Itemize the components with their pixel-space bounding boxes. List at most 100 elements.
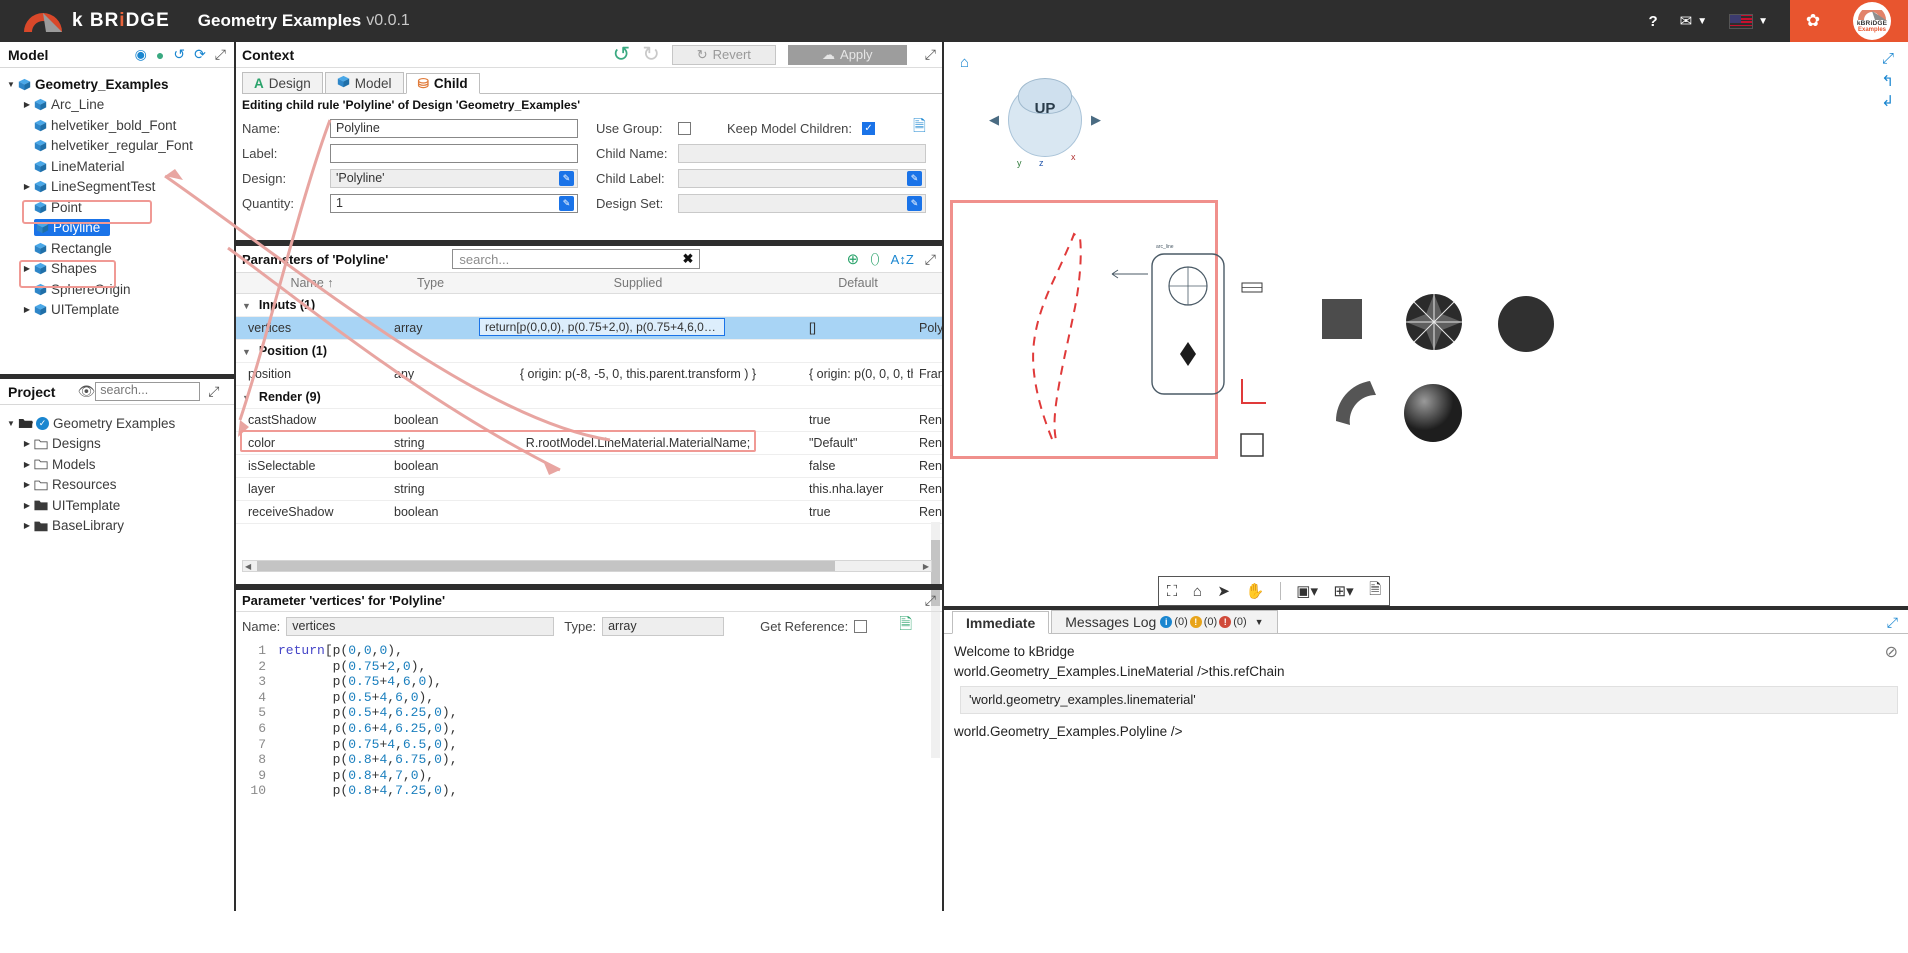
parameter-supplied-value[interactable]: return[p(0,0,0), p(0.75+2,0), p(0.75+4,6…	[479, 317, 725, 336]
get-reference-checkbox[interactable]	[854, 619, 868, 633]
editor-name-input[interactable]: vertices	[286, 616, 555, 636]
tab-child[interactable]: ⛁ Child	[405, 73, 480, 94]
parameters-table-body[interactable]: ▼ Inputs (1) vertices array return[p(0,0,0),…	[236, 293, 973, 524]
design-input[interactable]: 'Polyline'	[330, 168, 578, 188]
project-tree-item[interactable]: ▶ BaseLibrary	[4, 516, 234, 537]
model-tree-item[interactable]: helvetiker_regular_Font	[4, 136, 234, 157]
model-tree-item[interactable]: helvetiker_bold_Font	[4, 115, 234, 136]
parameters-search-input[interactable]: search... ✖	[452, 249, 701, 269]
viewport-toolbar[interactable]: ⛶ ⌂ ➤ ✋ ▣▾ ⊞▾ 🗎	[1158, 576, 1390, 606]
label-input[interactable]	[330, 143, 578, 163]
tree-toggle-icon[interactable]: ▶	[20, 480, 34, 489]
model-tree-item[interactable]: SphereOrigin	[4, 279, 234, 300]
chevron-down-icon[interactable]: ▼	[242, 393, 251, 403]
tab-design[interactable]: A Design	[242, 72, 323, 93]
home-icon[interactable]: ⌂	[1193, 583, 1202, 600]
home-icon[interactable]: ⌂	[960, 54, 969, 71]
record-icon[interactable]: ●	[156, 47, 164, 63]
project-tree[interactable]: ▼ ✓ Geometry Examples ▶ Designs ▶ Models ▶ Resou…	[0, 405, 234, 536]
project-tree-item[interactable]: ▼ ✓ Geometry Examples	[4, 413, 234, 434]
parameters-column-header[interactable]: Type	[388, 272, 473, 294]
parameters-column-header[interactable]: Supplied	[473, 272, 803, 294]
undo-icon[interactable]: ↺	[613, 42, 631, 67]
quantity-input[interactable]: 1	[330, 193, 578, 213]
model-tree-item[interactable]: Polyline	[4, 218, 234, 239]
help-button[interactable]: ?	[1648, 13, 1657, 30]
rotate-right-icon[interactable]: ↲	[1881, 92, 1894, 110]
navigation-cube[interactable]: UP ◀ ▶ y z x	[989, 74, 1101, 168]
tree-toggle-icon[interactable]: ▶	[20, 264, 34, 273]
document-icon[interactable]: 🗎	[899, 613, 912, 640]
keep-model-children-checkbox[interactable]: ✓	[862, 121, 876, 135]
edit-pencil-icon[interactable]: ✎	[559, 195, 574, 211]
tree-toggle-icon[interactable]: ▶	[20, 305, 34, 314]
table-row[interactable]: receiveShadow boolean true Render	[236, 500, 973, 524]
immediate-tabs[interactable]: Immediate Messages Log i (0)! (0)! (0) ▼	[944, 610, 1908, 634]
tab-model[interactable]: Model	[324, 72, 404, 93]
no-entry-icon[interactable]: ⊘	[1885, 642, 1898, 662]
viewport-3d[interactable]: ⌂ ⤢ ↰ ↲ UP ◀ ▶ y z x arc_line ⛶ ⌂ ➤ ✋ ▣▾…	[942, 42, 1908, 610]
scroll-left-arrow-icon[interactable]: ◀	[245, 562, 251, 571]
examples-badge[interactable]: kBRiDGE Examples	[1836, 0, 1908, 42]
tree-toggle-icon[interactable]: ▶	[20, 501, 34, 510]
tree-toggle-icon[interactable]: ▶	[20, 439, 34, 448]
table-row[interactable]: layer string this.nha.layer Render	[236, 477, 973, 501]
measure-icon[interactable]: ⊞▾	[1334, 582, 1354, 600]
project-tree-item[interactable]: ▶ Models	[4, 454, 234, 475]
select-arrow-icon[interactable]: ➤	[1217, 582, 1230, 600]
refresh-icon[interactable]: ⟳	[194, 46, 206, 63]
expand-icon[interactable]: ⤢	[925, 251, 936, 268]
sort-az-icon[interactable]: A↕Z	[891, 252, 914, 267]
edit-pencil-icon[interactable]: ✎	[559, 170, 574, 186]
tree-toggle-icon[interactable]: ▼	[4, 419, 18, 428]
child-name-input[interactable]	[678, 143, 926, 163]
add-circle-icon[interactable]: ⊕	[847, 250, 860, 268]
document-icon[interactable]: 🗎	[913, 115, 926, 142]
parameters-group-row[interactable]: ▼ Inputs (1)	[236, 293, 973, 317]
model-tree-item[interactable]: Rectangle	[4, 238, 234, 259]
model-tree-item[interactable]: ▶ UITemplate	[4, 300, 234, 321]
tree-toggle-icon[interactable]: ▶	[20, 182, 34, 191]
parameters-column-header[interactable]: Default	[803, 272, 913, 294]
model-tree-item[interactable]: ▶ LineSegmentTest	[4, 177, 234, 198]
chevron-down-icon[interactable]: ▼	[1255, 617, 1264, 627]
use-group-checkbox[interactable]	[678, 121, 691, 135]
parameters-group-row[interactable]: ▼ Position (1)	[236, 339, 973, 363]
navcube-right-arrow-icon[interactable]: ▶	[1091, 112, 1101, 128]
project-tree-item[interactable]: ▶ Resources	[4, 475, 234, 496]
scroll-right-arrow-icon[interactable]: ▶	[923, 562, 929, 571]
expand-icon[interactable]: ⤢	[925, 592, 936, 609]
mail-button[interactable]: ✉ ▼	[1680, 12, 1707, 30]
project-search-input[interactable]: search...	[95, 382, 201, 401]
redo-icon[interactable]: ↻	[642, 42, 660, 67]
context-tabs[interactable]: A Design Model ⛁ Child	[242, 72, 942, 94]
model-tree-item[interactable]: ▼ Geometry_Examples	[4, 74, 234, 95]
design-set-input[interactable]	[678, 193, 926, 213]
box-select-icon[interactable]: ▣▾	[1296, 582, 1318, 600]
tab-immediate[interactable]: Immediate	[952, 611, 1050, 634]
edit-pencil-icon[interactable]: ✎	[907, 170, 922, 186]
expand-icon[interactable]: ⤢	[215, 46, 226, 63]
eye-slash-icon[interactable]: 👁	[77, 383, 95, 400]
export-icon[interactable]: 🗎	[1369, 579, 1381, 604]
name-input[interactable]: Polyline	[330, 118, 578, 138]
expand-icon[interactable]: ⤢	[208, 383, 219, 400]
tab-messages-log[interactable]: Messages Log i (0)! (0)! (0) ▼	[1051, 610, 1278, 633]
project-tree-item[interactable]: ▶ UITemplate	[4, 495, 234, 516]
expand-icon[interactable]: ⤢	[1887, 614, 1898, 631]
code-editor[interactable]: 1 return[p(0,0,0), 2 p(0.75+2,0), 3 p(0.75+…	[236, 640, 942, 799]
tree-toggle-icon[interactable]: ▼	[4, 80, 18, 89]
tree-toggle-icon[interactable]: ▶	[20, 100, 34, 109]
parameters-group-row[interactable]: ▼ Render (9)	[236, 385, 973, 409]
rotate-left-icon[interactable]: ↰	[1881, 72, 1894, 90]
brand-logo[interactable]: k BRiDGE	[22, 9, 170, 33]
table-row[interactable]: vertices array return[p(0,0,0), p(0.75+2,0…	[236, 316, 973, 340]
expand-icon[interactable]: ⤢	[1882, 50, 1894, 67]
fit-icon[interactable]: ⛶	[1167, 583, 1178, 600]
table-row[interactable]: isSelectable boolean false Render	[236, 454, 973, 478]
parameters-column-header[interactable]: Name ↑	[236, 272, 388, 294]
model-tree-item[interactable]: Point	[4, 197, 234, 218]
pan-hand-icon[interactable]: ✋	[1246, 582, 1265, 600]
tree-toggle-icon[interactable]: ▶	[20, 460, 34, 469]
language-button[interactable]: ▼	[1729, 13, 1768, 29]
